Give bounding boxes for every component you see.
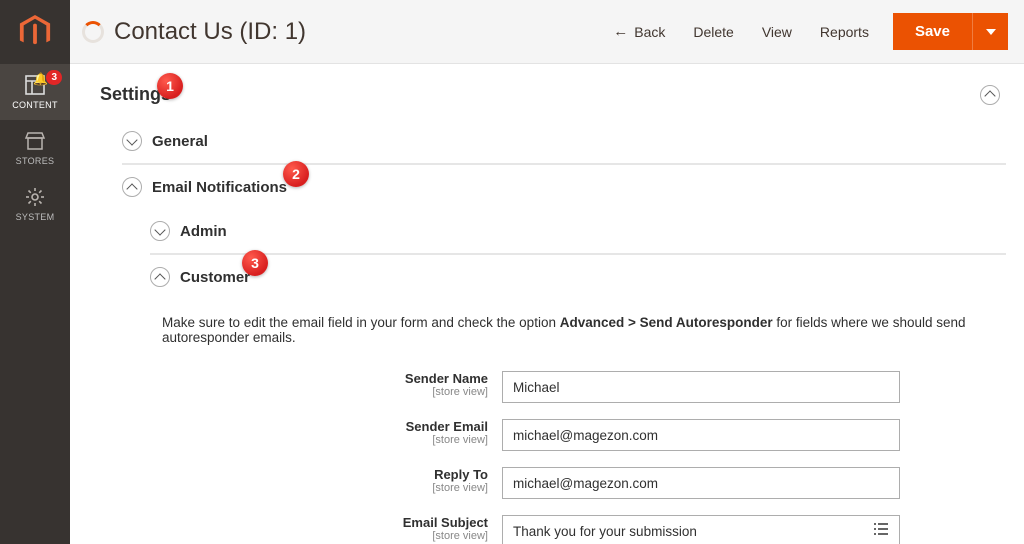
label-sender-name: Sender Name — [150, 371, 488, 386]
page-header: Contact Us (ID: 1) ← Back Delete View Re… — [70, 0, 1024, 64]
scope-label: [store view] — [150, 386, 488, 398]
input-reply-to[interactable] — [502, 467, 900, 499]
sidebar-item-label: CONTENT — [12, 100, 58, 110]
chevron-down-icon — [126, 134, 137, 145]
save-button[interactable]: Save — [893, 13, 972, 50]
scope-label: [store view] — [150, 530, 488, 542]
sidebar-item-system[interactable]: SYSTEM — [0, 176, 70, 232]
general-section-header[interactable]: General — [122, 119, 1006, 163]
insert-variable-icon[interactable] — [873, 522, 889, 540]
back-label: Back — [634, 24, 665, 40]
magento-logo-icon — [18, 15, 52, 49]
loading-spinner-icon — [82, 21, 104, 43]
input-email-subject[interactable]: Thank you for your submission — [502, 515, 900, 544]
general-title: General — [152, 133, 208, 150]
page-title: Contact Us (ID: 1) — [114, 18, 306, 46]
settings-section-header[interactable]: Settings — [94, 78, 1006, 119]
sidebar-item-label: SYSTEM — [16, 212, 55, 222]
field-reply-to: Reply To [store view] — [150, 459, 1006, 507]
chevron-down-icon — [154, 224, 165, 235]
sidebar-item-stores[interactable]: STORES — [0, 120, 70, 176]
chevron-up-icon — [126, 183, 137, 194]
label-email-subject: Email Subject — [150, 515, 488, 530]
admin-title: Admin — [180, 223, 227, 240]
view-button[interactable]: View — [748, 16, 806, 48]
customer-title: Customer — [180, 269, 250, 286]
settings-title: Settings — [100, 84, 171, 105]
sidebar-item-content[interactable]: CONTENT 🔔 3 — [0, 64, 70, 120]
sidebar-item-label: STORES — [16, 156, 55, 166]
email-notifications-section-header[interactable]: Email Notifications — [122, 164, 1006, 209]
back-button[interactable]: ← Back — [599, 15, 679, 48]
input-sender-name[interactable] — [502, 371, 900, 403]
field-sender-email: Sender Email [store view] — [150, 411, 1006, 459]
scope-label: [store view] — [150, 434, 488, 446]
chevron-up-icon — [154, 273, 165, 284]
input-sender-email[interactable] — [502, 419, 900, 451]
caret-down-icon — [986, 29, 996, 35]
delete-button[interactable]: Delete — [679, 16, 747, 48]
admin-section-header[interactable]: Admin — [150, 209, 1006, 253]
collapse-toggle[interactable] — [150, 221, 170, 241]
gear-icon — [24, 186, 46, 208]
store-icon — [24, 130, 46, 152]
email-subject-value: Thank you for your submission — [513, 524, 697, 539]
chevron-up-icon — [984, 90, 995, 101]
save-dropdown-button[interactable] — [972, 13, 1008, 50]
label-reply-to: Reply To — [150, 467, 488, 482]
reports-button[interactable]: Reports — [806, 16, 883, 48]
field-email-subject: Email Subject [store view] Thank you for… — [150, 507, 1006, 544]
customer-section-header[interactable]: Customer — [150, 254, 1006, 299]
main-area: Contact Us (ID: 1) ← Back Delete View Re… — [70, 0, 1024, 544]
content: Settings General Email Notifications Adm… — [70, 64, 1024, 544]
label-sender-email: Sender Email — [150, 419, 488, 434]
magento-logo[interactable] — [0, 0, 70, 64]
scope-label: [store view] — [150, 482, 488, 494]
autoresponder-note: Make sure to edit the email field in you… — [150, 299, 1006, 357]
arrow-left-icon: ← — [613, 23, 628, 40]
collapse-toggle[interactable] — [980, 85, 1000, 105]
customer-email-form: Sender Name [store view] Sender Email [s… — [150, 357, 1006, 544]
admin-sidebar: CONTENT 🔔 3 STORES SYSTEM — [0, 0, 70, 544]
collapse-toggle[interactable] — [150, 267, 170, 287]
collapse-toggle[interactable] — [122, 131, 142, 151]
collapse-toggle[interactable] — [122, 177, 142, 197]
notification-badge: 3 — [46, 70, 62, 85]
field-sender-name: Sender Name [store view] — [150, 363, 1006, 411]
email-notifications-title: Email Notifications — [152, 179, 287, 196]
